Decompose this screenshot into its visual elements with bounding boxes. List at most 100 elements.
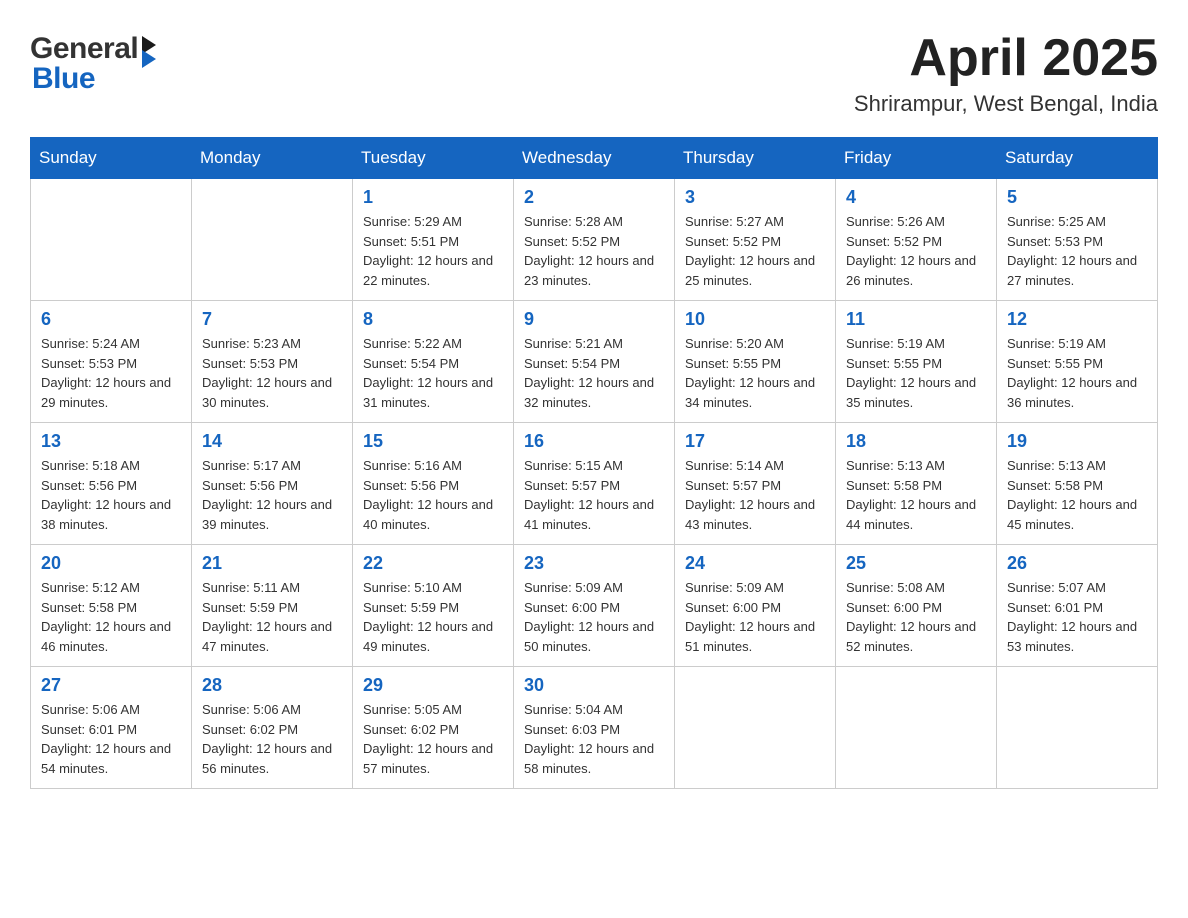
day-of-week-header: Thursday — [675, 138, 836, 179]
day-sun-info: Sunrise: 5:08 AMSunset: 6:00 PMDaylight:… — [846, 578, 986, 656]
day-sun-info: Sunrise: 5:09 AMSunset: 6:00 PMDaylight:… — [524, 578, 664, 656]
day-sun-info: Sunrise: 5:26 AMSunset: 5:52 PMDaylight:… — [846, 212, 986, 290]
day-of-week-header: Tuesday — [353, 138, 514, 179]
day-sun-info: Sunrise: 5:19 AMSunset: 5:55 PMDaylight:… — [846, 334, 986, 412]
day-number: 15 — [363, 431, 503, 452]
day-sun-info: Sunrise: 5:09 AMSunset: 6:00 PMDaylight:… — [685, 578, 825, 656]
day-sun-info: Sunrise: 5:06 AMSunset: 6:02 PMDaylight:… — [202, 700, 342, 778]
day-number: 14 — [202, 431, 342, 452]
day-sun-info: Sunrise: 5:13 AMSunset: 5:58 PMDaylight:… — [1007, 456, 1147, 534]
calendar-day-cell — [836, 667, 997, 789]
day-number: 9 — [524, 309, 664, 330]
calendar-day-cell: 20 Sunrise: 5:12 AMSunset: 5:58 PMDayligh… — [31, 545, 192, 667]
day-number: 27 — [41, 675, 181, 696]
location-subtitle: Shrirampur, West Bengal, India — [854, 91, 1158, 117]
day-sun-info: Sunrise: 5:13 AMSunset: 5:58 PMDaylight:… — [846, 456, 986, 534]
calendar-day-cell: 3Sunrise: 5:27 AMSunset: 5:52 PMDaylight… — [675, 179, 836, 301]
day-number: 8 — [363, 309, 503, 330]
day-number: 21 — [202, 553, 342, 574]
day-number: 2 — [524, 187, 664, 208]
calendar-week-row: 13 Sunrise: 5:18 AMSunset: 5:56 PMDayligh… — [31, 423, 1158, 545]
calendar-day-cell: 14 Sunrise: 5:17 AMSunset: 5:56 PMDayligh… — [192, 423, 353, 545]
page-header: General Blue April 2025 Shrirampur, West… — [30, 30, 1158, 117]
day-number: 20 — [41, 553, 181, 574]
calendar-day-cell: 5 Sunrise: 5:25 AMSunset: 5:53 PMDaylight… — [997, 179, 1158, 301]
month-year-title: April 2025 — [854, 30, 1158, 87]
calendar-day-cell: 13 Sunrise: 5:18 AMSunset: 5:56 PMDayligh… — [31, 423, 192, 545]
day-number: 5 — [1007, 187, 1147, 208]
day-number: 26 — [1007, 553, 1147, 574]
logo-blue-text: Blue — [32, 62, 95, 96]
day-sun-info: Sunrise: 5:05 AMSunset: 6:02 PMDaylight:… — [363, 700, 503, 778]
calendar-day-cell: 28 Sunrise: 5:06 AMSunset: 6:02 PMDayligh… — [192, 667, 353, 789]
logo-general-text: General — [30, 32, 138, 66]
day-sun-info: Sunrise: 5:06 AMSunset: 6:01 PMDaylight:… — [41, 700, 181, 778]
calendar-day-cell: 27 Sunrise: 5:06 AMSunset: 6:01 PMDayligh… — [31, 667, 192, 789]
calendar-day-cell: 6 Sunrise: 5:24 AMSunset: 5:53 PMDaylight… — [31, 301, 192, 423]
calendar-day-cell: 1 Sunrise: 5:29 AMSunset: 5:51 PMDaylight… — [353, 179, 514, 301]
day-number: 28 — [202, 675, 342, 696]
calendar-day-cell: 19 Sunrise: 5:13 AMSunset: 5:58 PMDayligh… — [997, 423, 1158, 545]
day-number: 25 — [846, 553, 986, 574]
calendar-day-cell: 30Sunrise: 5:04 AMSunset: 6:03 PMDayligh… — [514, 667, 675, 789]
day-of-week-header: Wednesday — [514, 138, 675, 179]
calendar-day-cell: 22Sunrise: 5:10 AMSunset: 5:59 PMDayligh… — [353, 545, 514, 667]
day-sun-info: Sunrise: 5:29 AMSunset: 5:51 PMDaylight:… — [363, 212, 503, 290]
day-sun-info: Sunrise: 5:14 AMSunset: 5:57 PMDaylight:… — [685, 456, 825, 534]
day-number: 13 — [41, 431, 181, 452]
day-number: 4 — [846, 187, 986, 208]
day-sun-info: Sunrise: 5:23 AMSunset: 5:53 PMDaylight:… — [202, 334, 342, 412]
calendar-day-cell — [675, 667, 836, 789]
calendar-day-cell: 23Sunrise: 5:09 AMSunset: 6:00 PMDayligh… — [514, 545, 675, 667]
day-number: 1 — [363, 187, 503, 208]
day-number: 17 — [685, 431, 825, 452]
day-sun-info: Sunrise: 5:16 AMSunset: 5:56 PMDaylight:… — [363, 456, 503, 534]
day-number: 22 — [363, 553, 503, 574]
day-of-week-header: Sunday — [31, 138, 192, 179]
calendar-day-cell: 11 Sunrise: 5:19 AMSunset: 5:55 PMDayligh… — [836, 301, 997, 423]
calendar-day-cell — [192, 179, 353, 301]
day-sun-info: Sunrise: 5:21 AMSunset: 5:54 PMDaylight:… — [524, 334, 664, 412]
calendar-day-cell: 29 Sunrise: 5:05 AMSunset: 6:02 PMDayligh… — [353, 667, 514, 789]
calendar-day-cell — [31, 179, 192, 301]
day-number: 19 — [1007, 431, 1147, 452]
calendar-week-row: 27 Sunrise: 5:06 AMSunset: 6:01 PMDayligh… — [31, 667, 1158, 789]
day-sun-info: Sunrise: 5:22 AMSunset: 5:54 PMDaylight:… — [363, 334, 503, 412]
calendar-day-cell: 9 Sunrise: 5:21 AMSunset: 5:54 PMDaylight… — [514, 301, 675, 423]
calendar-day-cell: 26Sunrise: 5:07 AMSunset: 6:01 PMDayligh… — [997, 545, 1158, 667]
calendar-day-cell: 24Sunrise: 5:09 AMSunset: 6:00 PMDayligh… — [675, 545, 836, 667]
calendar-day-cell — [997, 667, 1158, 789]
logo-arrow-icon — [142, 36, 156, 68]
day-number: 11 — [846, 309, 986, 330]
day-sun-info: Sunrise: 5:18 AMSunset: 5:56 PMDaylight:… — [41, 456, 181, 534]
day-sun-info: Sunrise: 5:25 AMSunset: 5:53 PMDaylight:… — [1007, 212, 1147, 290]
calendar-table: SundayMondayTuesdayWednesdayThursdayFrid… — [30, 137, 1158, 789]
calendar-day-cell: 4 Sunrise: 5:26 AMSunset: 5:52 PMDaylight… — [836, 179, 997, 301]
day-number: 29 — [363, 675, 503, 696]
day-number: 7 — [202, 309, 342, 330]
day-number: 18 — [846, 431, 986, 452]
calendar-day-cell: 7 Sunrise: 5:23 AMSunset: 5:53 PMDaylight… — [192, 301, 353, 423]
calendar-day-cell: 10Sunrise: 5:20 AMSunset: 5:55 PMDayligh… — [675, 301, 836, 423]
day-of-week-header: Friday — [836, 138, 997, 179]
calendar-week-row: 6 Sunrise: 5:24 AMSunset: 5:53 PMDaylight… — [31, 301, 1158, 423]
day-sun-info: Sunrise: 5:15 AMSunset: 5:57 PMDaylight:… — [524, 456, 664, 534]
calendar-header-row: SundayMondayTuesdayWednesdayThursdayFrid… — [31, 138, 1158, 179]
calendar-day-cell: 8 Sunrise: 5:22 AMSunset: 5:54 PMDaylight… — [353, 301, 514, 423]
day-number: 6 — [41, 309, 181, 330]
day-number: 3 — [685, 187, 825, 208]
day-sun-info: Sunrise: 5:24 AMSunset: 5:53 PMDaylight:… — [41, 334, 181, 412]
title-block: April 2025 Shrirampur, West Bengal, Indi… — [854, 30, 1158, 117]
day-sun-info: Sunrise: 5:04 AMSunset: 6:03 PMDaylight:… — [524, 700, 664, 778]
day-sun-info: Sunrise: 5:11 AMSunset: 5:59 PMDaylight:… — [202, 578, 342, 656]
calendar-day-cell: 2Sunrise: 5:28 AMSunset: 5:52 PMDaylight… — [514, 179, 675, 301]
calendar-day-cell: 12 Sunrise: 5:19 AMSunset: 5:55 PMDayligh… — [997, 301, 1158, 423]
day-sun-info: Sunrise: 5:12 AMSunset: 5:58 PMDaylight:… — [41, 578, 181, 656]
day-sun-info: Sunrise: 5:19 AMSunset: 5:55 PMDaylight:… — [1007, 334, 1147, 412]
calendar-day-cell: 16 Sunrise: 5:15 AMSunset: 5:57 PMDayligh… — [514, 423, 675, 545]
calendar-day-cell: 15 Sunrise: 5:16 AMSunset: 5:56 PMDayligh… — [353, 423, 514, 545]
day-sun-info: Sunrise: 5:17 AMSunset: 5:56 PMDaylight:… — [202, 456, 342, 534]
day-number: 12 — [1007, 309, 1147, 330]
day-number: 16 — [524, 431, 664, 452]
logo: General Blue — [30, 30, 156, 96]
